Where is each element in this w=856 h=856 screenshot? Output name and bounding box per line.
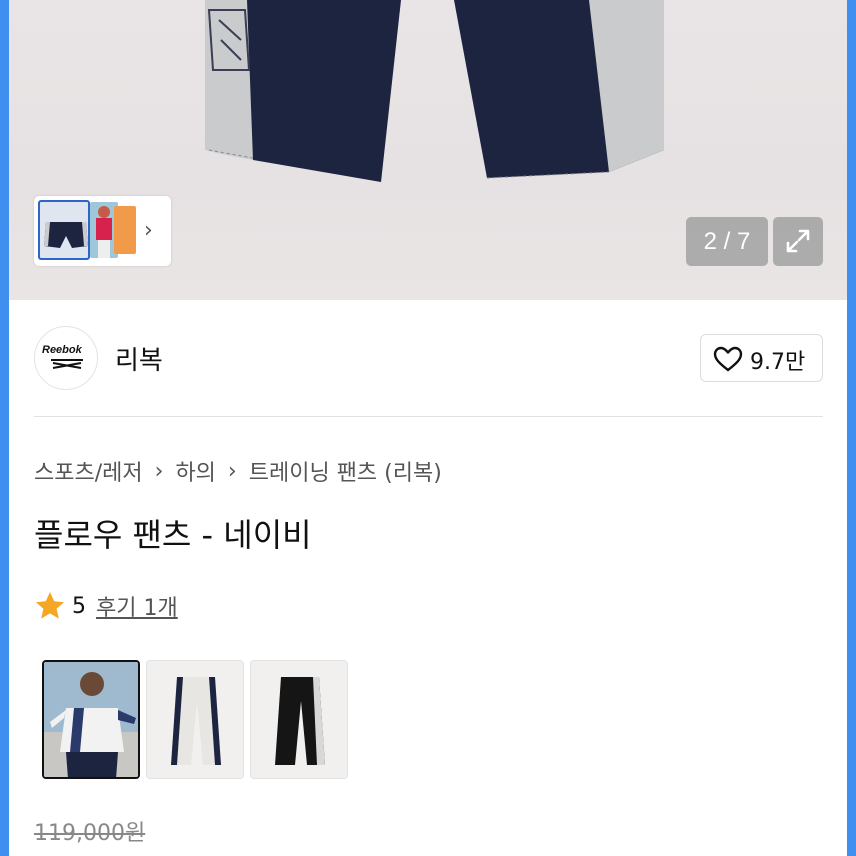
gallery-thumbnail[interactable] (38, 200, 90, 260)
breadcrumb-item-category[interactable]: 스포츠/레저 (34, 455, 143, 487)
gallery-thumbnail[interactable] (114, 206, 136, 254)
variant-option-black[interactable] (250, 660, 348, 779)
brand-name[interactable]: 리복 (115, 340, 163, 377)
fullscreen-button[interactable] (773, 217, 823, 266)
gallery-thumbnail-strip[interactable]: › (34, 196, 171, 266)
rating-value: 5 (72, 593, 86, 619)
brand-logo-wordmark: Reebok (42, 344, 82, 356)
chevron-right-icon: › (154, 458, 164, 484)
star-icon (36, 592, 64, 619)
like-button[interactable]: 9.7만 (700, 334, 823, 382)
divider (34, 416, 823, 417)
chevron-right-icon: › (227, 458, 237, 484)
gallery-page-counter: 2 / 7 (686, 217, 768, 266)
breadcrumb: 스포츠/레저 › 하의 › 트레이닝 팬츠 (리복) (34, 455, 442, 487)
reebok-vector-icon (51, 359, 83, 369)
breadcrumb-item-leaf[interactable]: 트레이닝 팬츠 (리복) (249, 455, 442, 487)
chevron-right-icon[interactable]: › (144, 218, 153, 243)
expand-icon (786, 229, 810, 253)
breadcrumb-item-subcategory[interactable]: 하의 (175, 455, 215, 487)
original-price: 119,000원 (34, 821, 146, 846)
variant-option-white[interactable] (146, 660, 244, 779)
variant-option-model[interactable] (42, 660, 140, 779)
like-count: 9.7만 (750, 350, 806, 375)
review-count-link[interactable]: 후기 1개 (96, 590, 178, 622)
brand-logo[interactable]: Reebok (34, 326, 98, 390)
rating-row: 5 후기 1개 (34, 590, 178, 622)
product-title: 플로우 팬츠 - 네이비 (34, 516, 312, 554)
product-image-gallery[interactable]: › 2 / 7 (9, 0, 847, 300)
heart-icon (713, 346, 743, 372)
product-page: › 2 / 7 Reebok 리복 9.7만 스포츠/레저 › 하의 › 트레이… (9, 0, 847, 856)
